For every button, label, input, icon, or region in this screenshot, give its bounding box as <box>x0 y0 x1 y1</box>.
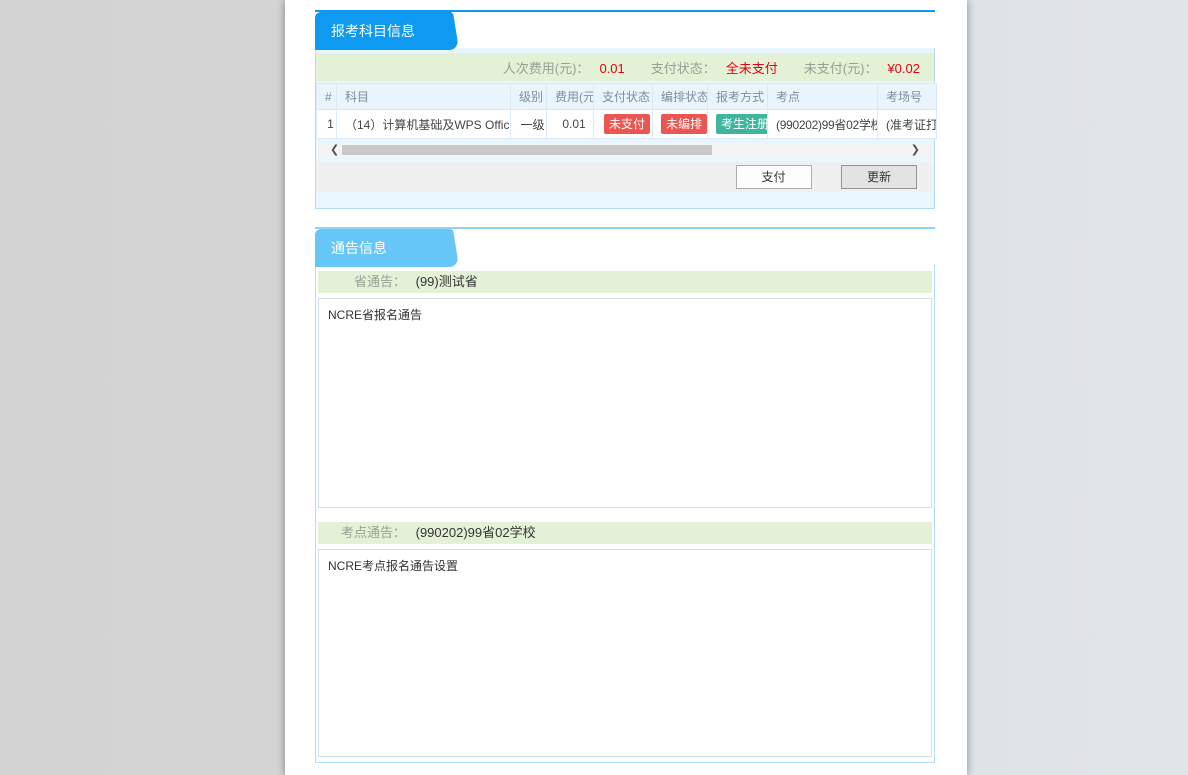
column-header-site: 考点 <box>768 84 878 110</box>
refresh-button[interactable]: 更新 <box>841 165 917 189</box>
subjects-panel-title: 报考科目信息 <box>331 12 415 50</box>
pay-status-value: 全未支付 <box>726 61 778 76</box>
province-notice-content: NCRE省报名通告 <box>318 298 932 508</box>
province-notice-value: (99)测试省 <box>416 274 478 289</box>
pay-status-label: 支付状态： <box>651 61 716 76</box>
cell-fee: 0.01 <box>547 110 594 139</box>
subject-row[interactable]: 1 （14）计算机基础及WPS Office应用 一级 0.01 未支付 未编排… <box>317 110 937 139</box>
cell-index: 1 <box>317 110 337 139</box>
subjects-button-bar: 支付 更新 <box>316 162 934 192</box>
fee-label: 人次费用(元)： <box>503 61 590 76</box>
column-header-index: # <box>317 84 337 110</box>
scroll-left-icon[interactable]: ❮ <box>330 143 339 158</box>
column-header-room: 考场号 <box>878 84 937 110</box>
subjects-panel-body: 人次费用(元)： 0.01 支付状态： 全未支付 未支付(元)： ¥0.02 # 科目… <box>315 48 935 209</box>
scrollbar-thumb[interactable] <box>342 145 712 155</box>
cell-pay-status: 未支付 <box>594 110 653 139</box>
cell-register-mode: 考生注册 <box>708 110 768 139</box>
column-header-pay-status: 支付状态 <box>594 84 653 110</box>
ribbon-shape-slant <box>413 12 459 50</box>
column-header-level: 级别 <box>511 84 547 110</box>
province-notice-label: 省通告： <box>318 271 406 293</box>
pay-status-summary: 支付状态： 全未支付 <box>651 58 778 77</box>
subjects-panel: 报考科目信息 人次费用(元)： 0.01 支付状态： 全未支付 未支付(元)： ¥0.… <box>315 10 935 209</box>
pay-button[interactable]: 支付 <box>736 165 812 189</box>
province-notice-bar: 省通告： (99)测试省 <box>318 271 932 293</box>
site-notice-value: (990202)99省02学校 <box>416 525 536 540</box>
site-notice-label: 考点通告： <box>318 522 406 544</box>
notices-panel-ribbon: 通告信息 <box>315 229 465 267</box>
arrange-status-badge: 未编排 <box>661 114 707 134</box>
column-header-arrange-status: 编排状态 <box>653 84 708 110</box>
fee-value: 0.01 <box>599 61 624 76</box>
notices-panel-title: 通告信息 <box>331 229 387 267</box>
table-header-row: # 科目 级别 费用(元) 支付状态 编排状态 报考方式 考点 考场号 <box>317 84 937 110</box>
site-notice-content: NCRE考点报名通告设置 <box>318 549 932 757</box>
payment-summary-bar: 人次费用(元)： 0.01 支付状态： 全未支付 未支付(元)： ¥0.02 <box>316 53 934 81</box>
spacer <box>318 508 932 522</box>
unpaid-summary: 未支付(元)： ¥0.02 <box>804 58 920 77</box>
cell-subject: （14）计算机基础及WPS Office应用 <box>337 110 511 139</box>
horizontal-scrollbar[interactable]: ❮ ❯ <box>317 143 933 158</box>
subjects-table: # 科目 级别 费用(元) 支付状态 编排状态 报考方式 考点 考场号 1 （1 <box>316 83 937 139</box>
register-mode-badge: 考生注册 <box>716 114 768 134</box>
pay-status-badge: 未支付 <box>604 114 650 134</box>
cell-site: (990202)99省02学校 <box>768 110 878 139</box>
cell-arrange-status: 未编排 <box>653 110 708 139</box>
fee-summary: 人次费用(元)： 0.01 <box>503 58 625 77</box>
subjects-panel-ribbon: 报考科目信息 <box>315 12 465 50</box>
notices-panel-body: 省通告： (99)测试省 NCRE省报名通告 考点通告： (990202)99省… <box>315 265 935 763</box>
site-notice-bar: 考点通告： (990202)99省02学校 <box>318 522 932 544</box>
cell-level: 一级 <box>511 110 547 139</box>
notices-panel: 通告信息 省通告： (99)测试省 NCRE省报名通告 考点通告： (99020… <box>315 227 935 763</box>
ribbon-shape-slant <box>413 229 459 267</box>
content-page: 报考科目信息 人次费用(元)： 0.01 支付状态： 全未支付 未支付(元)： ¥0.… <box>285 0 967 775</box>
subjects-panel-header: 报考科目信息 <box>315 10 935 48</box>
notices-panel-header: 通告信息 <box>315 227 935 265</box>
cell-room: (准考证打印 <box>878 110 937 139</box>
unpaid-label: 未支付(元)： <box>804 61 878 76</box>
column-header-fee: 费用(元) <box>547 84 594 110</box>
scroll-right-icon[interactable]: ❯ <box>911 143 920 158</box>
column-header-register-mode: 报考方式 <box>708 84 768 110</box>
unpaid-value: ¥0.02 <box>887 61 920 76</box>
column-header-subject: 科目 <box>337 84 511 110</box>
